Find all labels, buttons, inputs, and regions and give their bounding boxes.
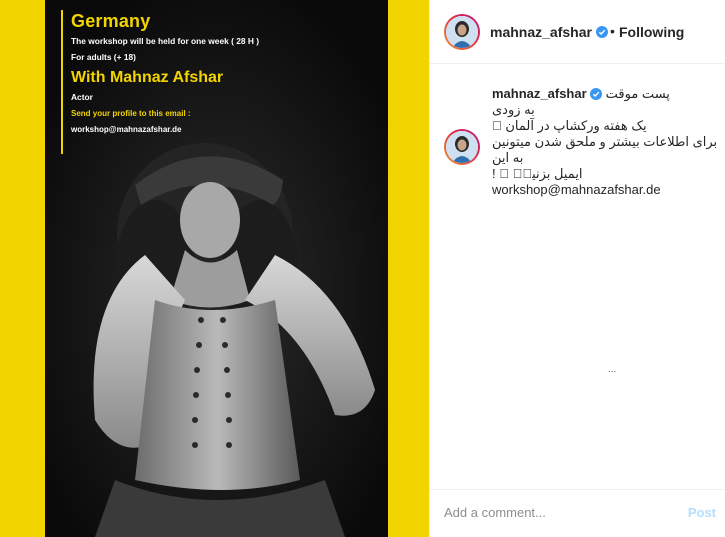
header-separator: •: [610, 23, 615, 39]
verified-badge-icon: [595, 26, 608, 38]
following-button[interactable]: Following: [619, 24, 684, 40]
poster-country: Germany: [71, 11, 151, 31]
header-username[interactable]: mahnaz_afshar: [490, 24, 608, 40]
comment-bar: Add a comment... Post: [430, 489, 725, 537]
avatar-photo-icon: [446, 16, 478, 48]
caption-email: workshop@mahnazafshar.de: [492, 182, 661, 197]
avatar-photo-icon: [446, 131, 478, 163]
small-mark: ...: [608, 364, 617, 375]
caption-line-1: پست موقت: [605, 86, 670, 101]
poster-email: workshop@mahnazafshar.de: [71, 125, 182, 134]
post-caption: mahnaz_afshar پست موقت به زودی یک هفته و…: [492, 86, 720, 198]
caption-line-5: ایمیل بزنین⃞ ⃞ !: [492, 166, 583, 181]
post-header: mahnaz_afshar • Following: [430, 0, 725, 64]
comment-input[interactable]: Add a comment...: [444, 505, 546, 520]
caption-username[interactable]: mahnaz_afshar: [492, 86, 587, 102]
header-avatar[interactable]: [444, 14, 480, 50]
poster-text-block: Germany The workshop will be held for on…: [61, 10, 381, 154]
caption-avatar[interactable]: [444, 129, 480, 165]
poster-name: With Mahnaz Afshar: [71, 69, 224, 86]
poster-duration: The workshop will be held for one week (…: [71, 36, 260, 46]
post-sidebar: mahnaz_afshar • Following mahnaz_afshar: [429, 0, 725, 537]
poster-audience: For adults (+ 18): [71, 52, 136, 62]
caption-line-4: برای اطلاعات بیشتر و ملحق شدن میتونین به…: [492, 134, 718, 165]
post-comment-button[interactable]: Post: [688, 505, 716, 520]
workshop-poster: Germany The workshop will be held for on…: [45, 0, 388, 537]
caption-line-3: یک هفته ورکشاپ در آلمان ⃞: [492, 118, 647, 133]
poster-role: Actor: [71, 92, 93, 102]
poster-send-profile: Send your profile to this email :: [71, 109, 191, 118]
verified-badge-icon: [589, 88, 602, 100]
caption-line-2: به زودی: [492, 102, 535, 117]
post-media[interactable]: Germany The workshop will be held for on…: [0, 0, 429, 537]
